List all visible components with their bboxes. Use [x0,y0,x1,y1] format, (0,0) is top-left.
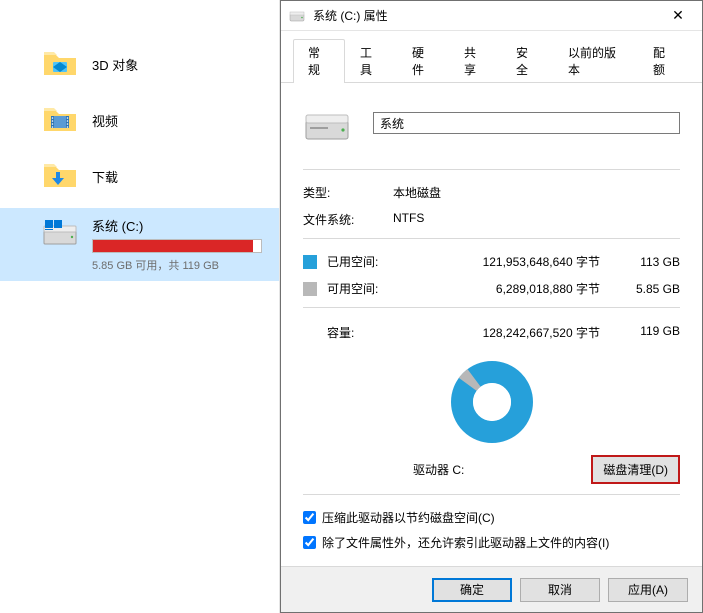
explorer-item-videos[interactable]: 视频 [0,96,279,152]
drive-usage-bar [92,239,262,253]
compress-checkbox-row[interactable]: 压缩此驱动器以节约磁盘空间(C) [303,509,680,526]
used-space-label: 已用空间: [327,253,407,270]
capacity-bytes: 128,242,667,520 字节 [407,324,620,341]
type-value: 本地磁盘 [393,184,680,201]
dialog-body: 类型: 本地磁盘 文件系统: NTFS 已用空间: 121,953,648,64… [281,83,702,566]
usage-donut-chart [449,359,535,445]
tab-quota[interactable]: 配额 [638,39,690,82]
drive-name: 系统 (C:) [92,216,263,235]
explorer-item-label: 下载 [92,167,118,186]
tab-security[interactable]: 安全 [501,39,553,82]
type-label: 类型: [303,184,393,201]
used-space-human: 113 GB [620,255,680,269]
titlebar: 系统 (C:) 属性 ✕ [281,1,702,31]
cancel-button[interactable]: 取消 [520,578,600,602]
drive-icon [303,99,351,147]
close-icon[interactable]: ✕ [662,5,694,27]
tab-tools[interactable]: 工具 [345,39,397,82]
downloads-icon [42,158,78,194]
tab-sharing[interactable]: 共享 [449,39,501,82]
dialog-title: 系统 (C:) 属性 [313,7,662,24]
free-space-human: 5.85 GB [620,282,680,296]
free-space-swatch [303,282,317,296]
explorer-pane: 3D 对象 视频 下载 系统 (C:) 5.85 GB 可用，共 119 GB [0,0,280,613]
capacity-human: 119 GB [620,324,680,341]
tab-general[interactable]: 常规 [293,39,345,82]
apply-button[interactable]: 应用(A) [608,578,688,602]
disk-cleanup-button[interactable]: 磁盘清理(D) [591,455,680,484]
used-space-swatch [303,255,317,269]
index-checkbox[interactable] [303,536,316,549]
free-space-bytes: 6,289,018,880 字节 [407,280,620,297]
drive-icon [289,8,305,24]
volume-name-input[interactable] [373,112,680,134]
explorer-item-3d-objects[interactable]: 3D 对象 [0,40,279,96]
drive-subtext: 5.85 GB 可用，共 119 GB [92,257,263,273]
explorer-item-downloads[interactable]: 下载 [0,152,279,208]
dialog-footer: 确定 取消 应用(A) [281,566,702,612]
tab-bar: 常规 工具 硬件 共享 安全 以前的版本 配额 [281,31,702,83]
tab-previous[interactable]: 以前的版本 [553,39,638,82]
filesystem-value: NTFS [393,211,680,228]
index-checkbox-row[interactable]: 除了文件属性外，还允许索引此驱动器上文件的内容(I) [303,534,680,551]
explorer-item-label: 3D 对象 [92,55,138,74]
drive-meta: 系统 (C:) 5.85 GB 可用，共 119 GB [92,216,263,273]
tab-hardware[interactable]: 硬件 [397,39,449,82]
videos-icon [42,102,78,138]
drive-letter-label: 驱动器 C: [413,461,464,478]
explorer-drive-c[interactable]: 系统 (C:) 5.85 GB 可用，共 119 GB [0,208,279,281]
explorer-item-label: 视频 [92,111,118,130]
drive-icon [42,216,78,252]
index-checkbox-label: 除了文件属性外，还允许索引此驱动器上文件的内容(I) [322,534,609,551]
filesystem-label: 文件系统: [303,211,393,228]
ok-button[interactable]: 确定 [432,578,512,602]
3d-objects-icon [42,46,78,82]
properties-dialog: 系统 (C:) 属性 ✕ 常规 工具 硬件 共享 安全 以前的版本 配额 类型:… [280,0,703,613]
capacity-label: 容量: [327,324,407,341]
free-space-label: 可用空间: [327,280,407,297]
compress-checkbox-label: 压缩此驱动器以节约磁盘空间(C) [322,509,495,526]
used-space-bytes: 121,953,648,640 字节 [407,253,620,270]
compress-checkbox[interactable] [303,511,316,524]
